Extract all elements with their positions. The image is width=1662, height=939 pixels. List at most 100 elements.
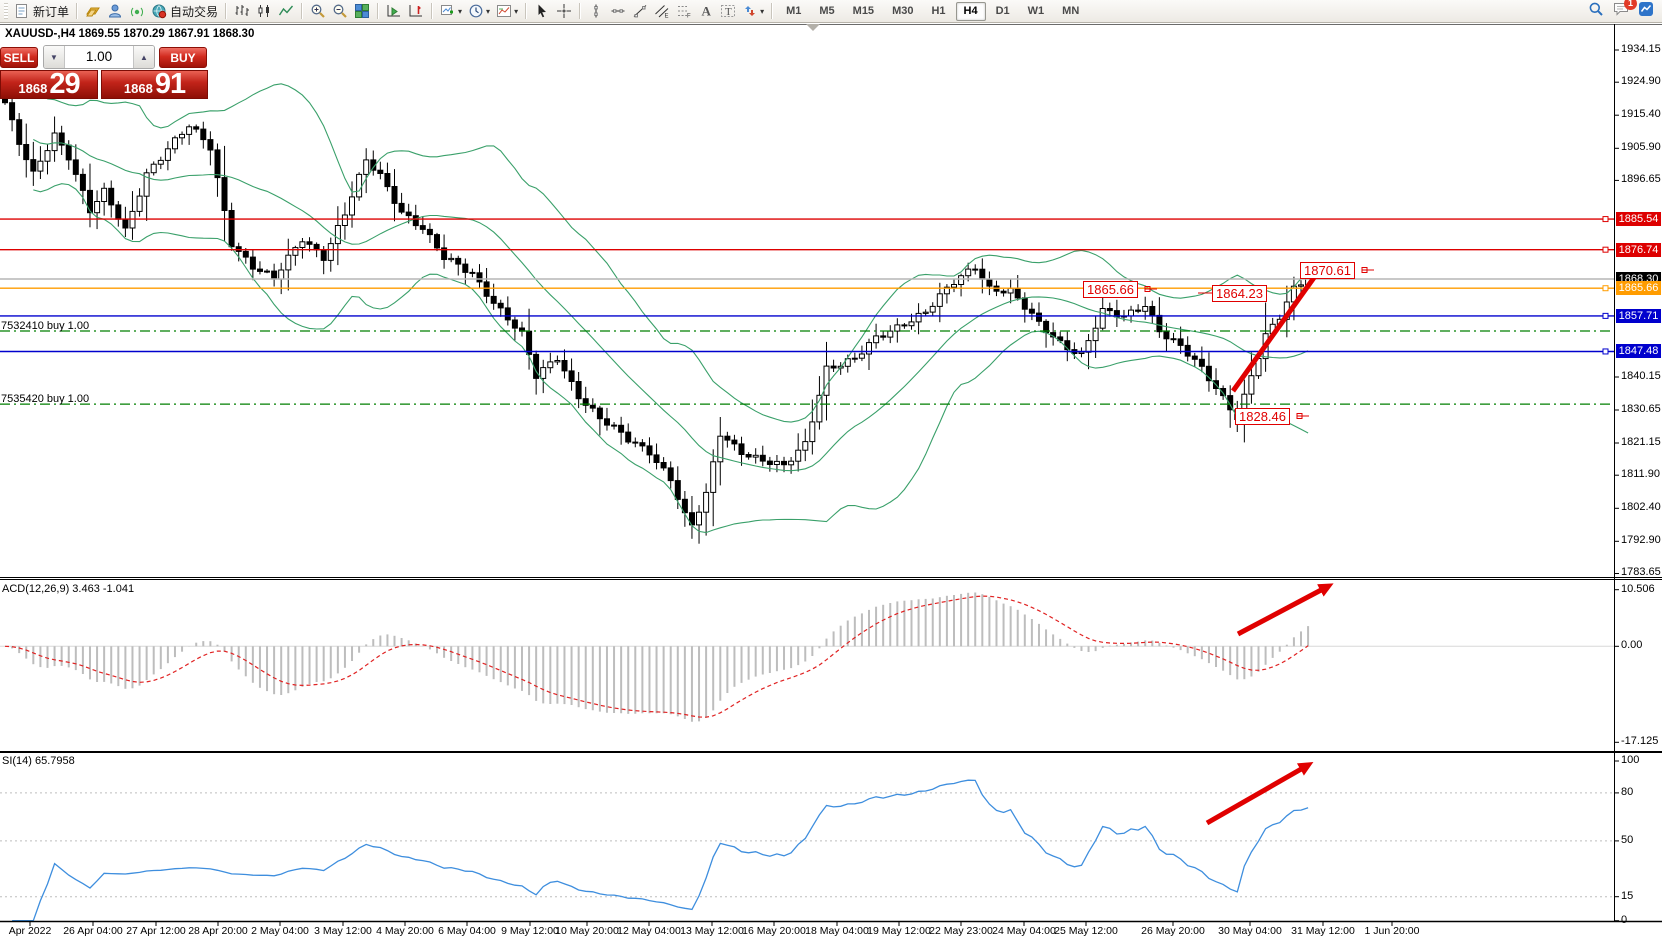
mt4-window: 新订单 自动交易 ▾ ▾ ▾ EFAT ▾ M1M5M15M30H1H4D1W1MN 1 X… xyxy=(0,0,1662,939)
tile-windows-icon xyxy=(354,3,370,19)
window-splitter-handle[interactable] xyxy=(806,24,820,31)
new-chart-button[interactable]: ▾ xyxy=(437,1,465,21)
text-label-icon: T xyxy=(720,3,736,19)
trade-order-label[interactable]: 7532410 buy 1.00 xyxy=(1,320,89,332)
new-order-icon xyxy=(14,3,30,19)
crosshair-icon xyxy=(556,3,572,19)
tile-windows-button[interactable] xyxy=(351,1,373,21)
periods-button[interactable]: ▾ xyxy=(465,1,493,21)
time-axis-label: 22 May 23:00 xyxy=(929,925,993,937)
time-axis-label: 16 May 20:00 xyxy=(742,925,806,937)
timeframe-m1-button[interactable]: M1 xyxy=(778,2,809,21)
candle-chart-icon xyxy=(256,3,272,19)
chevron-down-icon[interactable]: ▾ xyxy=(760,7,764,16)
horizontal-line-button[interactable] xyxy=(607,1,629,21)
equidistant-channel-button[interactable]: E xyxy=(651,1,673,21)
rsi-axis-label: 15 xyxy=(1621,890,1633,902)
price-tick-label: 1905.90 xyxy=(1621,141,1661,153)
toolbar: 新订单 自动交易 ▾ ▾ ▾ EFAT ▾ M1M5M15M30H1H4D1W1MN 1 xyxy=(0,0,1662,23)
line-handle xyxy=(1603,313,1608,318)
time-axis-label: 28 Apr 20:00 xyxy=(188,925,248,937)
volume-field[interactable]: 1.00 xyxy=(65,46,133,68)
timeframe-m5-button[interactable]: M5 xyxy=(811,2,842,21)
arrows-button[interactable]: ▾ xyxy=(739,1,767,21)
new-order-button[interactable]: 新订单 xyxy=(11,1,72,21)
macd-axis-label: 0.00 xyxy=(1621,639,1642,651)
macd-label: ACD(12,26,9) 3.463 -1.041 xyxy=(2,583,134,595)
rsi-pane xyxy=(0,780,1614,921)
zoom-in-button[interactable] xyxy=(307,1,329,21)
time-axis-label: 19 May 12:00 xyxy=(867,925,931,937)
trade-order-label[interactable]: 7535420 buy 1.00 xyxy=(1,393,89,405)
price-annotation[interactable]: 1870.61 xyxy=(1300,262,1355,279)
trend-line-button[interactable] xyxy=(629,1,651,21)
timeframe-w1-button[interactable]: W1 xyxy=(1020,2,1053,21)
crosshair-button[interactable] xyxy=(553,1,575,21)
buy-price-box[interactable]: 1868 91 xyxy=(101,70,208,99)
auto-trading-button[interactable]: 自动交易 xyxy=(148,1,221,21)
text-button[interactable]: A xyxy=(695,1,717,21)
chat-button[interactable]: 1 xyxy=(1613,1,1629,22)
market-button[interactable] xyxy=(82,1,104,21)
vertical-line-button[interactable] xyxy=(585,1,607,21)
toolbar-grip[interactable] xyxy=(4,3,8,19)
sell-button[interactable]: SELL xyxy=(0,47,38,68)
price-tick-label: 1896.65 xyxy=(1621,173,1661,185)
auto-scroll-button[interactable] xyxy=(383,1,405,21)
volume-decrease-button[interactable]: ▼ xyxy=(44,46,65,68)
chevron-down-icon[interactable]: ▾ xyxy=(514,7,518,16)
community-button[interactable] xyxy=(104,1,126,21)
price-annotation[interactable]: 1828.46 xyxy=(1235,408,1290,425)
timeframe-m15-button[interactable]: M15 xyxy=(845,2,882,21)
volume-stepper: ▼ 1.00 ▲ xyxy=(43,45,155,69)
fibonacci-button[interactable]: F xyxy=(673,1,695,21)
time-axis-label: 27 Apr 12:00 xyxy=(126,925,186,937)
sell-price-small: 1868 xyxy=(18,79,47,98)
main-chart-pane xyxy=(3,84,1311,544)
volume-increase-button[interactable]: ▲ xyxy=(133,46,154,68)
buy-button[interactable]: BUY xyxy=(159,47,207,68)
time-axis-label: 31 May 12:00 xyxy=(1291,925,1355,937)
svg-text:A: A xyxy=(702,4,712,19)
candle-chart-button[interactable] xyxy=(253,1,275,21)
time-axis-label: 4 May 20:00 xyxy=(376,925,434,937)
timeframe-m30-button[interactable]: M30 xyxy=(884,2,921,21)
price-tick-label: 1924.90 xyxy=(1621,75,1661,87)
price-tick-label: 1783.65 xyxy=(1621,566,1661,578)
chevron-down-icon[interactable]: ▾ xyxy=(458,7,462,16)
timeframe-h4-button[interactable]: H4 xyxy=(956,2,986,21)
horizontal-line-icon xyxy=(610,3,626,19)
line-chart-button[interactable] xyxy=(275,1,297,21)
toolbar-buttons: 新订单 自动交易 ▾ ▾ ▾ EFAT ▾ xyxy=(11,1,777,21)
price-tag-1857.71: 1857.71 xyxy=(1616,309,1661,323)
bar-chart-button[interactable] xyxy=(231,1,253,21)
search-button[interactable] xyxy=(1588,1,1604,22)
timeframe-toolbar: M1M5M15M30H1H4D1W1MN xyxy=(777,2,1088,21)
text-label-button[interactable]: T xyxy=(717,1,739,21)
line-handle xyxy=(1603,217,1608,222)
app-button[interactable] xyxy=(1638,1,1654,22)
price-tick-label: 1811.90 xyxy=(1621,468,1660,480)
zoom-in-icon xyxy=(310,3,326,19)
time-axis-label: 3 May 12:00 xyxy=(314,925,372,937)
equidistant-channel-icon: E xyxy=(654,3,670,19)
time-axis-label: 18 May 04:00 xyxy=(805,925,869,937)
templates-button[interactable]: ▾ xyxy=(493,1,521,21)
timeframe-mn-button[interactable]: MN xyxy=(1054,2,1087,21)
toolbar-separator xyxy=(377,3,379,19)
new-order-label: 新订单 xyxy=(33,3,69,20)
signals-button[interactable] xyxy=(126,1,148,21)
cursor-button[interactable] xyxy=(531,1,553,21)
chevron-down-icon[interactable]: ▾ xyxy=(486,7,490,16)
sell-price-box[interactable]: 1868 29 xyxy=(0,70,98,99)
chart-canvas xyxy=(0,0,1662,939)
timeframe-d1-button[interactable]: D1 xyxy=(988,2,1018,21)
zoom-out-button[interactable] xyxy=(329,1,351,21)
timeframe-h1-button[interactable]: H1 xyxy=(923,2,953,21)
macd-axis-label: -17.125 xyxy=(1621,735,1658,747)
chart-symbol-header: XAUUSD-,H4 1869.55 1870.29 1867.91 1868.… xyxy=(5,28,254,40)
price-annotation[interactable]: 1864.23 xyxy=(1212,285,1267,302)
price-annotation[interactable]: 1865.66 xyxy=(1083,281,1138,298)
fibonacci-icon: F xyxy=(676,3,692,19)
chart-shift-button[interactable] xyxy=(405,1,427,21)
